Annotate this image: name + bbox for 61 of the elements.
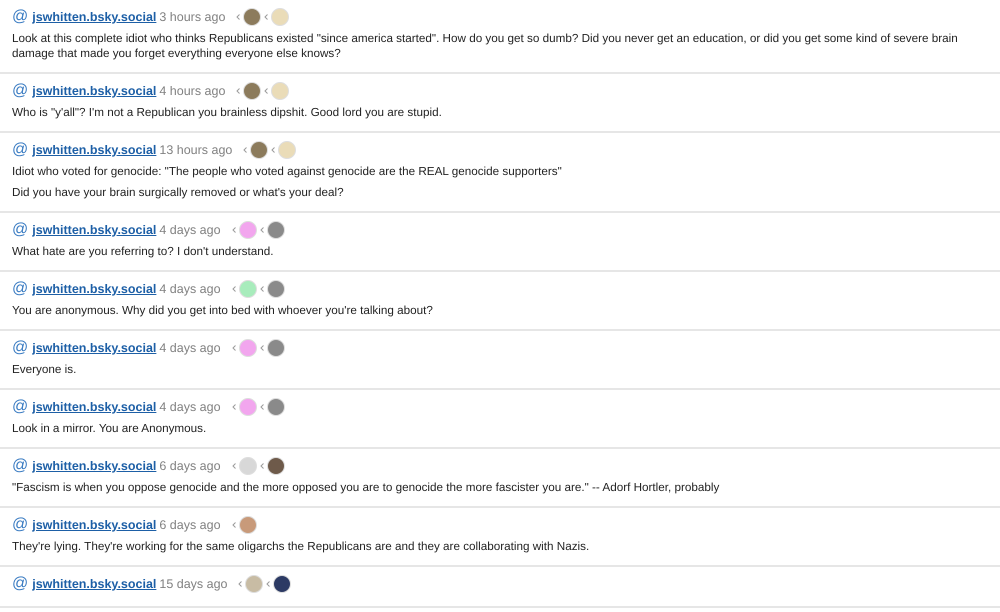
- handle-link[interactable]: jswhitten.bsky.social: [32, 574, 156, 594]
- post-time: 6 days ago: [159, 458, 221, 475]
- chevron-icon: [270, 146, 276, 154]
- chevron-icon: [235, 13, 242, 21]
- handle-link[interactable]: jswhitten.bsky.social: [32, 338, 156, 358]
- chevron-icon: [258, 344, 265, 352]
- chevron-icon: [258, 462, 265, 470]
- post-text: What hate are you referring to? I don't understand.: [12, 244, 274, 259]
- post-text: Look at this complete idiot who thinks Republicans existed "since america started". How do you get so dumb? Did you never get an education, or did you get some kind of severe brain damage that made you forget everything everyone else knows?: [12, 31, 959, 61]
- post-text: They're lying. They're working for the same oligarchs the Republicans are and they are collaborating with Nazis.: [12, 539, 590, 554]
- at-sign: @: [12, 340, 28, 356]
- chevron-icon: [242, 146, 248, 154]
- at-sign: @: [12, 458, 28, 474]
- chevron-icon: [258, 403, 265, 411]
- post-text: Look in a mirror. You are Anonymous.: [12, 421, 208, 436]
- post-time: 15 days ago: [159, 576, 228, 593]
- post-time: 4 hours ago: [159, 82, 226, 100]
- post-time: 13 hours ago: [159, 142, 232, 159]
- chevron-icon: [263, 87, 270, 95]
- at-sign: @: [12, 222, 28, 238]
- handle-link[interactable]: jswhitten.bsky.social: [32, 220, 156, 240]
- at-sign: @: [12, 281, 28, 297]
- handle-link[interactable]: jswhitten.bsky.social: [32, 140, 156, 160]
- chevron-icon: [258, 226, 265, 234]
- post-text: Did you have your brain surgically removed or what's your deal?: [12, 185, 345, 200]
- handle-link[interactable]: jswhitten.bsky.social: [32, 516, 156, 534]
- chevron-icon: [230, 285, 237, 293]
- handle-link[interactable]: jswhitten.bsky.social: [32, 8, 156, 26]
- at-sign: @: [12, 142, 28, 158]
- avatar-icon[interactable]: [273, 575, 292, 593]
- chevron-icon: [258, 285, 265, 293]
- at-sign: @: [12, 399, 28, 415]
- chevron-icon: [265, 580, 272, 588]
- post-time: 4 days ago: [159, 398, 221, 416]
- at-sign: @: [12, 9, 28, 25]
- post-text: "Fascism is when you oppose genocide and the more opposed you are to genocide the more fascister you are." -- Adorf Hortler, probably: [12, 480, 720, 495]
- post-text: Who is "y'all"? I'm not a Republican you brainless dipshit. Good lord you are stupid.: [12, 105, 443, 120]
- handle-link[interactable]: jswhitten.bsky.social: [32, 280, 156, 298]
- chevron-icon: [230, 521, 237, 529]
- chevron-icon: [230, 462, 237, 470]
- post-text: Everyone is.: [12, 362, 78, 377]
- chevron-icon: [237, 580, 244, 588]
- post-time: 3 hours ago: [159, 8, 226, 26]
- post-text: You are anonymous. Why did you get into bed with whoever you're talking about?: [12, 303, 434, 318]
- post-text: Idiot who voted for genocide: "The people who voted against genocide are the REAL genocide supporters": [12, 164, 563, 179]
- at-sign: @: [12, 576, 28, 592]
- handle-link[interactable]: jswhitten.bsky.social: [32, 82, 156, 100]
- post-time: 4 days ago: [159, 340, 221, 357]
- chevron-icon: [263, 13, 270, 21]
- at-sign: @: [12, 517, 28, 533]
- chevron-icon: [235, 87, 242, 95]
- chevron-icon: [230, 344, 237, 352]
- post-time: 6 days ago: [159, 516, 221, 534]
- handle-link[interactable]: jswhitten.bsky.social: [32, 456, 156, 476]
- post-time: 4 days ago: [159, 280, 221, 298]
- chevron-icon: [230, 403, 237, 411]
- at-sign: @: [12, 83, 28, 99]
- post-time: 4 days ago: [159, 222, 221, 239]
- avatar-icon[interactable]: [266, 457, 285, 475]
- chevron-icon: [230, 226, 237, 234]
- handle-link[interactable]: jswhitten.bsky.social: [32, 398, 156, 416]
